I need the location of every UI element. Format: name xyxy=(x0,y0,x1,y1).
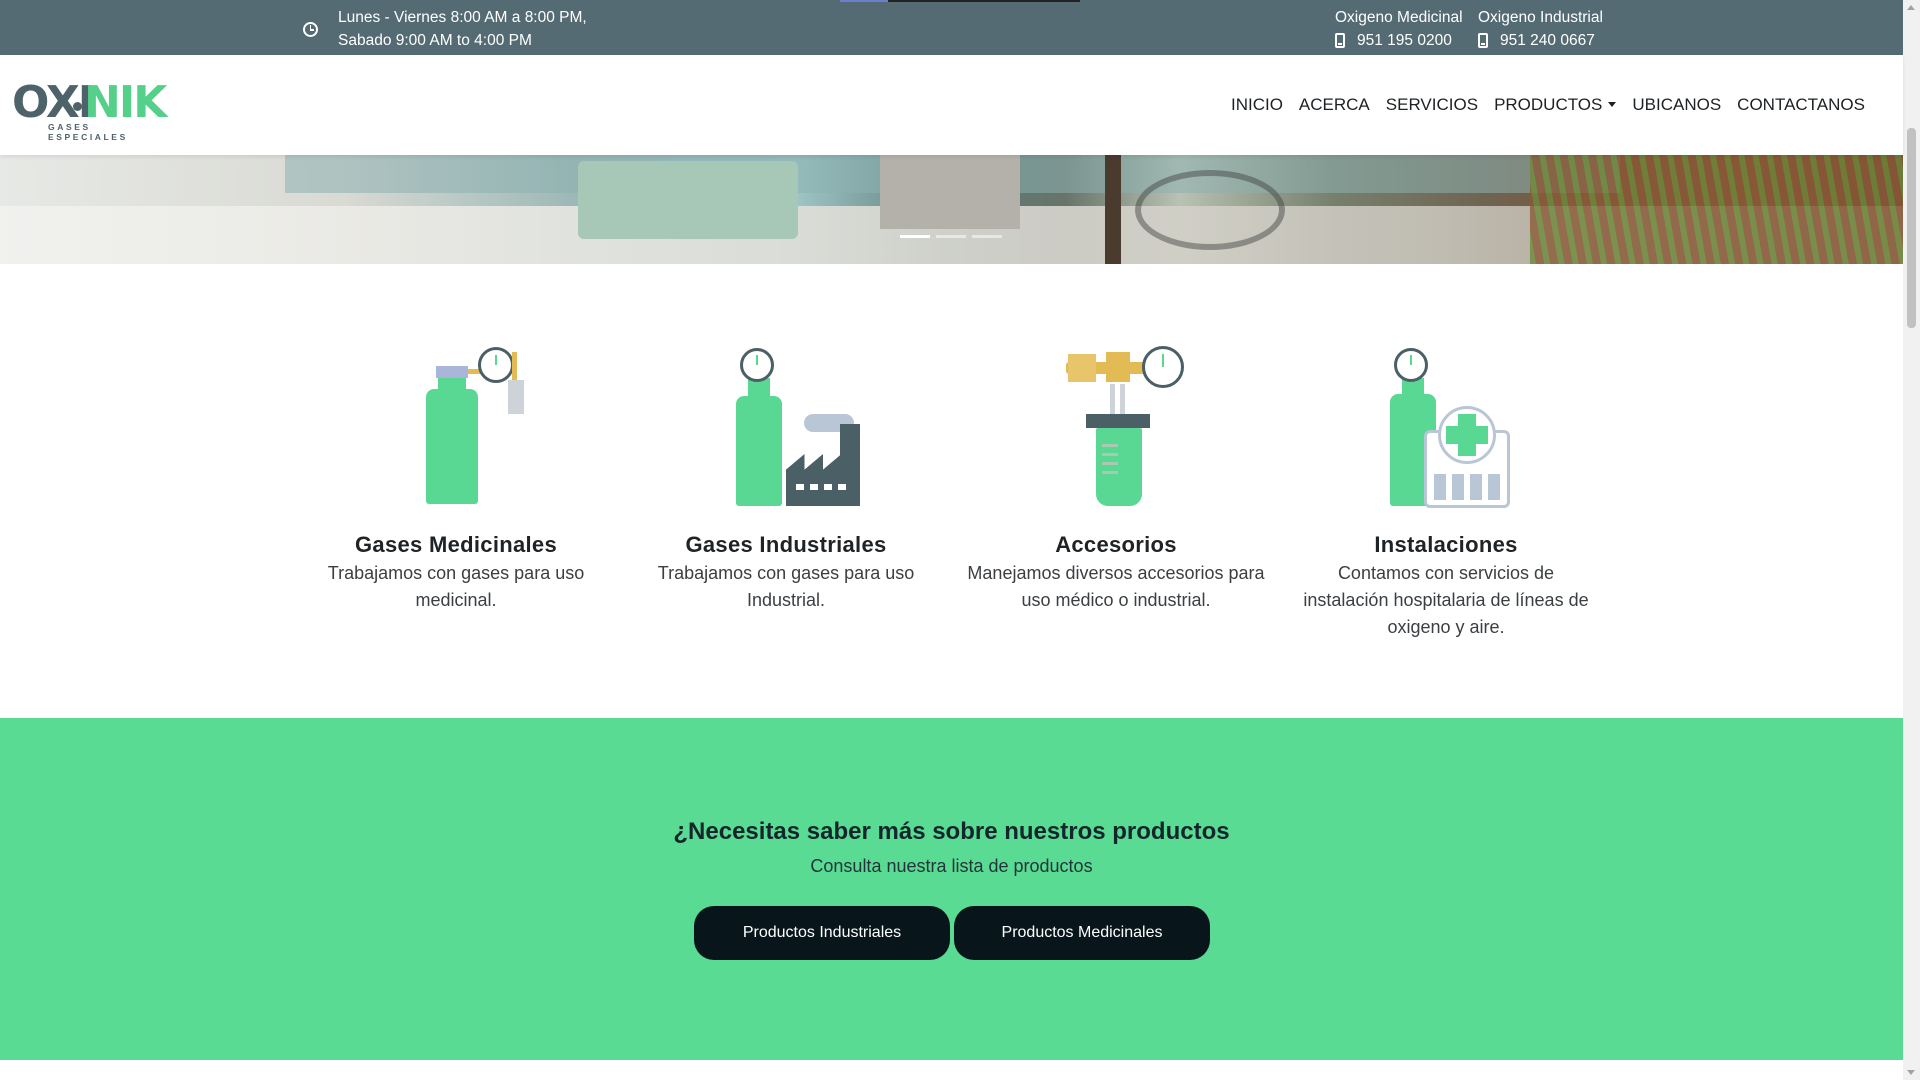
regulator-accessory-icon xyxy=(1046,344,1186,509)
service-title: Instalaciones xyxy=(1374,532,1518,557)
service-card-industriales: Gases Industriales Trabajamos con gases … xyxy=(636,344,936,614)
main-navbar: OXI NIK GASES ESPECIALES INICIO ACERCA S… xyxy=(0,55,1903,155)
industrial-products-button[interactable]: Productos Industriales xyxy=(694,906,950,960)
hours-weekdays: Lunes - Viernes 8:00 AM a 8:00 PM, xyxy=(338,9,587,26)
nav-item-productos-dropdown[interactable]: PRODUCTOS xyxy=(1494,95,1617,115)
products-cta-section: ¿Necesitas saber más sobre nuestros prod… xyxy=(0,718,1903,1060)
medical-gas-cylinder-icon xyxy=(386,344,526,509)
scrollbar-thumb[interactable] xyxy=(1907,128,1916,328)
nav-item-contactanos[interactable]: CONTACTANOS xyxy=(1737,95,1865,115)
service-title: Gases Industriales xyxy=(685,532,887,557)
service-title: Gases Medicinales xyxy=(355,532,557,557)
logo-dot xyxy=(73,102,82,111)
scroll-down-arrow-icon[interactable] xyxy=(1907,1070,1915,1075)
scroll-up-arrow-icon[interactable] xyxy=(1907,5,1915,10)
phone-medicinal[interactable]: Oxigeno Medicinal 951 195 0200 xyxy=(1335,6,1463,52)
service-description: Contamos con servicios de instalación ho… xyxy=(1303,563,1589,637)
hero-photo-planter xyxy=(578,161,798,239)
oxinik-logo[interactable]: OXI NIK GASES ESPECIALES xyxy=(12,77,167,143)
top-info-bar: Lunes - Viernes 8:00 AM a 8:00 PM, Sabad… xyxy=(0,0,1903,55)
hero-photo-plants xyxy=(1530,155,1903,264)
hero-photo-motorcycle xyxy=(1135,170,1285,250)
clock-icon xyxy=(303,21,318,37)
nav-item-servicios[interactable]: SERVICIOS xyxy=(1386,95,1478,115)
cta-subtitle: Consulta nuestra lista de productos xyxy=(810,856,1093,876)
hero-carousel xyxy=(0,155,1903,264)
logo-subtitle: GASES ESPECIALES xyxy=(48,122,128,142)
industrial-factory-cylinder-icon xyxy=(716,344,860,509)
carousel-indicator-3[interactable] xyxy=(972,235,1002,238)
phone-industrial[interactable]: Oxigeno Industrial 951 240 0667 xyxy=(1478,6,1603,52)
phone-number[interactable]: 951 195 0200 xyxy=(1357,29,1452,52)
hero-photo-planter xyxy=(880,155,1020,229)
page-scrollbar[interactable] xyxy=(1903,0,1920,1080)
nav-item-ubicanos[interactable]: UBICANOS xyxy=(1632,95,1721,115)
service-card-accesorios: Accesorios Manejamos diversos accesorios… xyxy=(966,344,1266,614)
service-description: Manejamos diversos accesorios para uso m… xyxy=(967,563,1265,610)
carousel-indicator-2[interactable] xyxy=(936,235,966,238)
services-section: Gases Medicinales Trabajamos con gases p… xyxy=(0,264,1903,718)
phone-number[interactable]: 951 240 0667 xyxy=(1500,29,1595,52)
nav-item-acerca[interactable]: ACERCA xyxy=(1299,95,1370,115)
service-description: Trabajamos con gases para uso Industrial… xyxy=(657,563,915,610)
cta-title: ¿Necesitas saber más sobre nuestros prod… xyxy=(673,818,1230,845)
hours-saturday: Sabado 9:00 AM to 4:00 PM xyxy=(338,32,532,49)
carousel-indicators xyxy=(900,235,1002,238)
medicinal-products-button[interactable]: Productos Medicinales xyxy=(954,906,1210,960)
mobile-phone-icon xyxy=(1335,33,1345,48)
mobile-phone-icon xyxy=(1478,33,1488,48)
hospital-installation-icon xyxy=(1376,344,1516,509)
service-card-instalaciones: Instalaciones Contamos con servicios de … xyxy=(1296,344,1596,641)
carousel-indicator-1[interactable] xyxy=(900,235,930,238)
nav-item-inicio[interactable]: INICIO xyxy=(1231,95,1283,115)
service-description: Trabajamos con gases para uso medicinal. xyxy=(327,563,585,610)
service-title: Accesorios xyxy=(1055,532,1177,557)
business-hours: Lunes - Viernes 8:00 AM a 8:00 PM, Sabad… xyxy=(303,6,587,52)
phone-label: Oxigeno Medicinal xyxy=(1335,9,1463,26)
phone-label: Oxigeno Industrial xyxy=(1478,9,1603,26)
nav-item-productos-label: PRODUCTOS xyxy=(1494,95,1603,114)
nav-menu: INICIO ACERCA SERVICIOS PRODUCTOS UBICAN… xyxy=(1215,55,1865,155)
service-card-medicinales: Gases Medicinales Trabajamos con gases p… xyxy=(306,344,606,614)
page-loading-bar xyxy=(840,0,1080,2)
hero-photo-pole xyxy=(1105,155,1121,264)
logo-text-right: NIK xyxy=(84,77,167,128)
caret-down-icon xyxy=(1608,102,1617,107)
